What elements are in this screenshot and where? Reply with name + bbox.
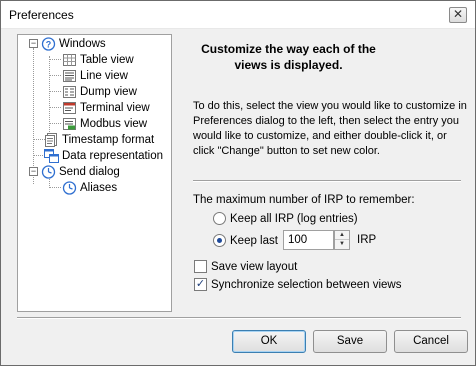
clock-icon [41, 165, 56, 179]
close-icon: ✕ [452, 7, 464, 21]
dump-view-icon [62, 85, 77, 99]
help-circle-icon: ? [41, 37, 56, 51]
divider [17, 317, 461, 319]
windows-expander[interactable]: − [29, 39, 38, 48]
save-layout-option[interactable]: Save view layout [194, 260, 297, 273]
sync-selection-option[interactable]: ✓ Synchronize selection between views [194, 278, 402, 291]
tree-item-label: Aliases [80, 182, 118, 194]
svg-text:?: ? [46, 40, 52, 50]
tree-item-label: Windows [59, 38, 106, 50]
save-button[interactable]: Save [313, 330, 387, 353]
save-layout-label: Save view layout [211, 260, 298, 273]
tree-item-line-view[interactable]: Line view [62, 68, 128, 84]
tree-connector [49, 91, 61, 92]
tree-item-windows[interactable]: ? Windows [41, 36, 106, 52]
tree-item-aliases[interactable]: Aliases [62, 180, 117, 196]
keep-all-radio[interactable] [213, 212, 226, 225]
line-view-icon [62, 69, 77, 83]
tree-item-label: Table view [80, 54, 134, 66]
tree-item-label: Line view [80, 70, 128, 82]
irp-limit-label: The maximum number of IRP to remember: [193, 194, 415, 206]
terminal-view-icon [62, 101, 77, 115]
tree-connector [49, 56, 50, 136]
keep-last-count-input[interactable] [283, 230, 334, 250]
tree-item-label: Data representation [62, 150, 164, 162]
clock-icon [62, 181, 77, 195]
cancel-button[interactable]: Cancel [394, 330, 468, 353]
send-dialog-expander[interactable]: − [29, 167, 38, 176]
spin-up-button[interactable]: ▲ [335, 231, 349, 240]
description-text: To do this, select the view you would li… [193, 100, 467, 157]
keep-last-label: Keep last [230, 234, 278, 247]
keep-last-radio[interactable] [213, 234, 226, 247]
irp-unit-label: IRP [357, 234, 377, 246]
preferences-tree[interactable]: − ? Windows Table view Line view Dump vi… [17, 34, 172, 312]
sync-selection-checkbox[interactable]: ✓ [194, 278, 207, 291]
tree-item-label: Terminal view [80, 102, 150, 114]
document-icon [44, 133, 59, 147]
preferences-dialog: Preferences ✕ − ? Windows Table view Lin… [0, 0, 476, 366]
keep-all-option[interactable]: Keep all IRP (log entries) [213, 212, 358, 225]
save-layout-checkbox[interactable] [194, 260, 207, 273]
tree-item-label: Dump view [80, 86, 137, 98]
tree-item-terminal-view[interactable]: Terminal view [62, 100, 150, 116]
window-cascade-icon [44, 149, 59, 163]
keep-all-label: Keep all IRP (log entries) [230, 212, 358, 225]
title-bar: Preferences ✕ [1, 1, 475, 29]
tree-connector [33, 48, 34, 184]
sync-selection-label: Synchronize selection between views [211, 278, 402, 291]
tree-connector [49, 75, 61, 76]
keep-last-spinner[interactable]: ▲ ▼ [334, 230, 350, 250]
tree-item-dump-view[interactable]: Dump view [62, 84, 137, 100]
tree-connector [49, 123, 61, 124]
table-view-icon [62, 53, 77, 67]
divider [193, 180, 461, 182]
keep-last-option[interactable]: Keep last [213, 234, 278, 247]
spin-down-button[interactable]: ▼ [335, 240, 349, 249]
tree-item-data-representation[interactable]: Data representation [44, 148, 163, 164]
tree-item-label: Timestamp format [62, 134, 155, 146]
tree-item-label: Modbus view [80, 118, 148, 130]
tree-connector [49, 187, 61, 188]
window-title: Preferences [9, 8, 74, 22]
tree-item-table-view[interactable]: Table view [62, 52, 134, 68]
tree-item-send-dialog[interactable]: Send dialog [41, 164, 120, 180]
close-button[interactable]: ✕ [449, 7, 467, 23]
tree-connector [49, 107, 61, 108]
tree-item-timestamp-format[interactable]: Timestamp format [44, 132, 154, 148]
tree-item-label: Send dialog [59, 166, 120, 178]
page-heading: Customize the way each of the views is d… [201, 42, 376, 72]
tree-connector [49, 59, 61, 60]
ok-button[interactable]: OK [232, 330, 306, 353]
tree-item-modbus-view[interactable]: Modbus view [62, 116, 147, 132]
modbus-view-icon [62, 117, 77, 131]
